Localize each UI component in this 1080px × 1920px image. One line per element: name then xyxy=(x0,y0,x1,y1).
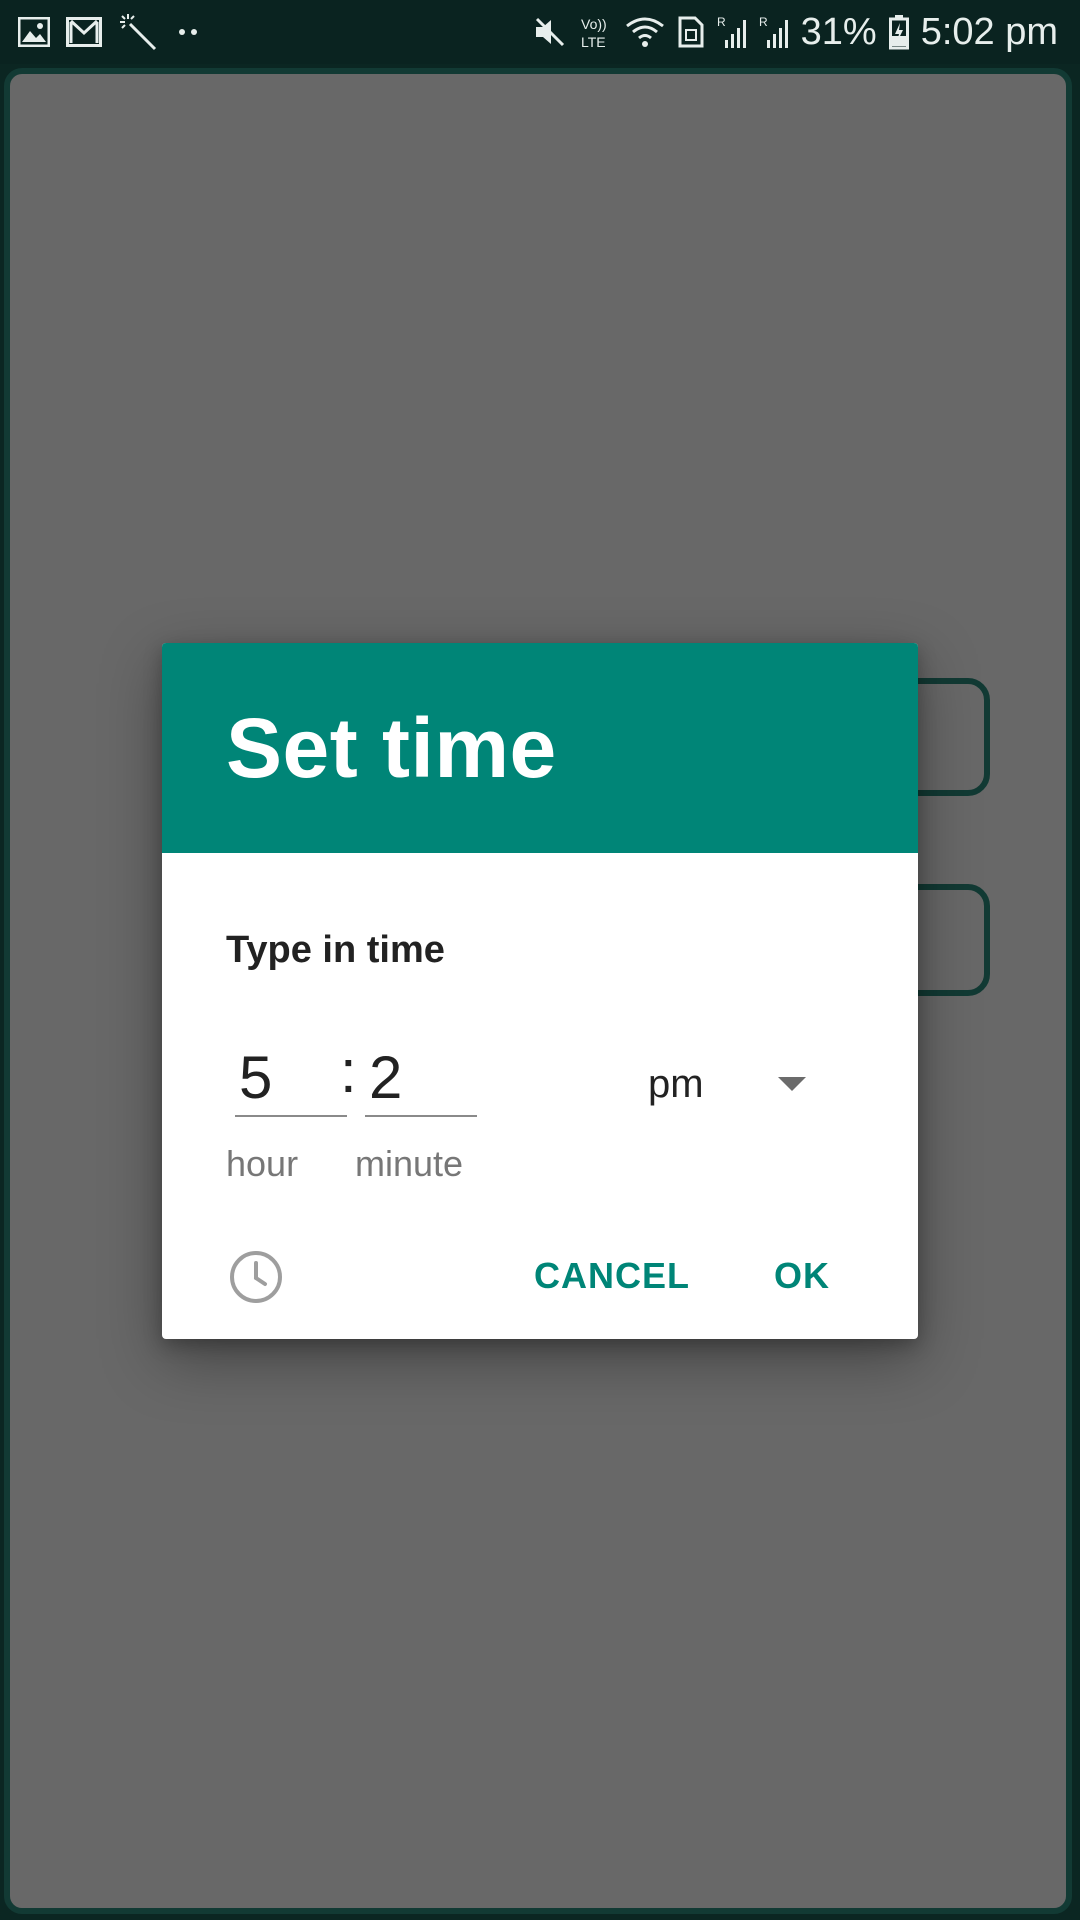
dropdown-arrow-icon xyxy=(778,1077,806,1091)
battery-percent: 31% xyxy=(800,10,877,53)
hour-label: hour xyxy=(226,1143,299,1184)
type-in-time-prompt: Type in time xyxy=(226,929,445,971)
gallery-icon xyxy=(18,17,50,47)
dialog-header: Set time xyxy=(162,643,918,853)
volte-icon: Vo)) LTE xyxy=(579,14,613,50)
more-notifications-icon xyxy=(174,26,204,38)
wifi-icon xyxy=(625,15,665,49)
ampm-value: pm xyxy=(648,1061,704,1106)
time-picker-dialog: Set time Type in time : hour minute pm C… xyxy=(162,643,918,1339)
battery-charging-icon xyxy=(888,14,909,50)
signal-r1-icon: R xyxy=(717,14,747,50)
gmail-icon xyxy=(66,17,102,47)
status-bar-system: Vo)) LTE R R 31% 5:02 pm xyxy=(533,11,1058,54)
dialog-body: Type in time : hour minute pm CANCEL OK xyxy=(162,853,918,1339)
status-bar-notifications xyxy=(18,12,220,52)
screen: Vo)) LTE R R 31% 5:02 pm Set time Type i… xyxy=(0,0,1080,1920)
minute-input[interactable] xyxy=(365,1039,477,1117)
cancel-button[interactable]: CANCEL xyxy=(532,1246,692,1306)
hour-input[interactable] xyxy=(235,1039,347,1117)
time-separator: : xyxy=(340,1038,357,1105)
mute-icon xyxy=(533,15,567,49)
sim-icon xyxy=(677,16,705,48)
minute-label: minute xyxy=(355,1143,464,1184)
svg-text:R: R xyxy=(759,15,768,29)
ampm-spinner[interactable]: pm xyxy=(642,1049,822,1119)
ok-button[interactable]: OK xyxy=(762,1246,842,1306)
volte-label-bottom: LTE xyxy=(581,34,606,50)
magic-wand-icon xyxy=(118,12,158,52)
clock-icon[interactable] xyxy=(228,1249,284,1305)
status-time: 5:02 pm xyxy=(920,10,1058,53)
dialog-title: Set time xyxy=(226,700,557,795)
status-bar: Vo)) LTE R R 31% 5:02 pm xyxy=(0,0,1080,64)
volte-label-top: Vo)) xyxy=(581,16,607,32)
signal-r2-icon: R xyxy=(759,14,789,50)
svg-text:R: R xyxy=(717,15,726,29)
